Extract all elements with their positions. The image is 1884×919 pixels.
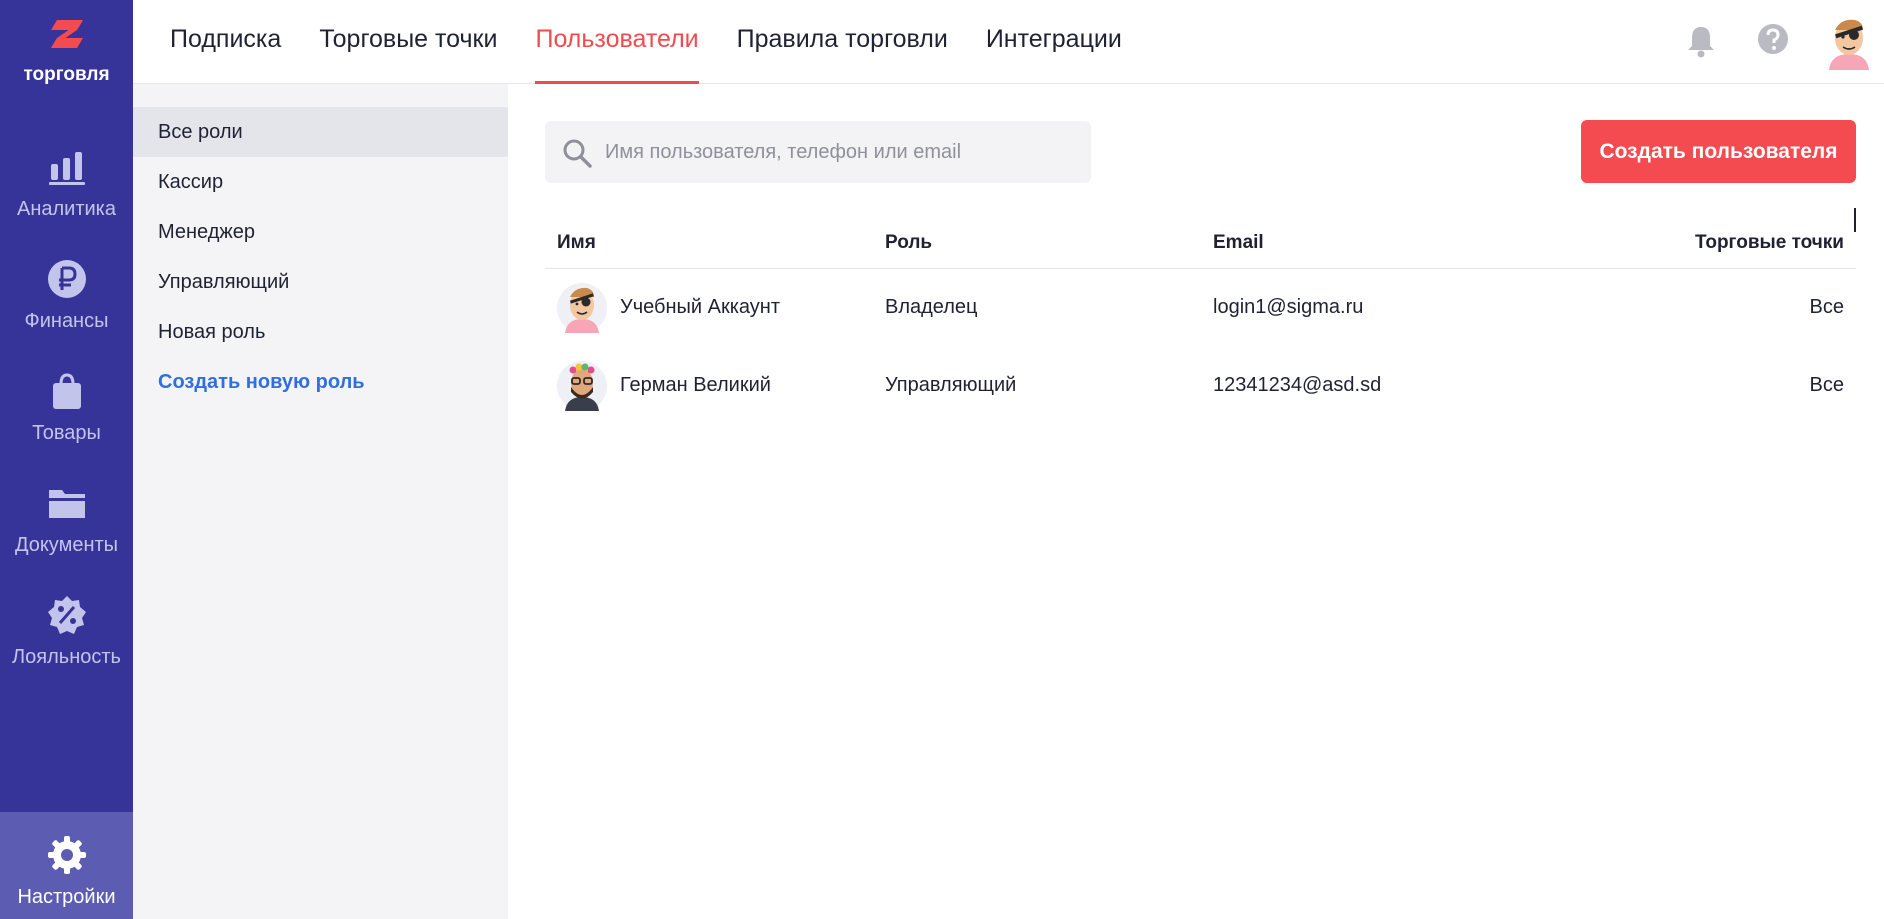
role-cashier[interactable]: Кассир xyxy=(133,157,508,207)
search-icon xyxy=(563,139,592,168)
header-role[interactable]: Роль xyxy=(885,232,932,254)
rail-item-label: Документы xyxy=(14,534,119,556)
folder-icon xyxy=(48,490,85,518)
bar-chart-icon xyxy=(48,152,85,185)
users-panel: Создать пользователя Имя Роль Email Торг… xyxy=(508,84,1884,919)
role-director[interactable]: Управляющий xyxy=(133,257,508,307)
user-avatar[interactable] xyxy=(1821,14,1877,70)
user-name: Герман Великий xyxy=(620,374,771,396)
rail-item-label: Товары xyxy=(32,422,101,444)
user-name: Учебный Аккаунт xyxy=(620,296,781,318)
brand-name: торговля xyxy=(23,64,110,85)
create-role-link[interactable]: Создать новую роль xyxy=(133,357,508,407)
rail-item-label: Аналитика xyxy=(17,198,116,220)
rail-item-label: Лояльность xyxy=(12,646,121,668)
table-row[interactable]: Учебный Аккаунт Владелец login1@sigma.ru… xyxy=(545,269,1856,347)
gear-icon xyxy=(47,836,86,874)
rail-item-label: Финансы xyxy=(24,310,109,332)
tab-integrations[interactable]: Интеграции xyxy=(986,0,1122,84)
rail-item-settings[interactable]: Настройки xyxy=(0,812,133,919)
bell-icon[interactable] xyxy=(1686,24,1716,58)
table-header: Имя Роль Email Торговые точки xyxy=(545,214,1856,269)
user-role: Владелец xyxy=(885,296,978,318)
shopping-bag-icon xyxy=(52,373,81,409)
role-all[interactable]: Все роли xyxy=(133,107,508,157)
role-manager[interactable]: Менеджер xyxy=(133,207,508,257)
discount-badge-icon xyxy=(47,596,86,634)
tab-stores[interactable]: Торговые точки xyxy=(319,0,497,84)
header-stores[interactable]: Торговые точки xyxy=(1695,232,1844,254)
tab-subscription[interactable]: Подписка xyxy=(170,0,281,84)
app-window: торговля Аналитика Финансы Товары Докуме… xyxy=(0,0,1884,919)
user-avatar xyxy=(557,283,607,333)
top-navigation: Подписка Торговые точки Пользователи Пра… xyxy=(133,0,1884,84)
rail-item-documents[interactable]: Документы xyxy=(0,482,133,582)
main-sidebar: торговля Аналитика Финансы Товары Докуме… xyxy=(0,0,133,919)
rail-item-label: Настройки xyxy=(17,886,116,908)
tab-trade-rules[interactable]: Правила торговли xyxy=(737,0,948,84)
rail-item-loyalty[interactable]: Лояльность xyxy=(0,594,133,694)
brand-logo[interactable]: торговля xyxy=(0,16,133,86)
rail-item-finance[interactable]: Финансы xyxy=(0,258,133,358)
users-table: Имя Роль Email Торговые точки Учебный Ак… xyxy=(545,214,1856,425)
help-icon[interactable] xyxy=(1757,23,1789,55)
rail-item-goods[interactable]: Товары xyxy=(0,370,133,470)
table-row[interactable]: Герман Великий Управляющий 12341234@asd.… xyxy=(545,347,1856,425)
user-email: login1@sigma.ru xyxy=(1213,296,1364,318)
header-name[interactable]: Имя xyxy=(557,232,596,254)
user-stores: Все xyxy=(1809,296,1844,318)
logo-icon xyxy=(50,20,83,48)
settings-tabs: Подписка Торговые точки Пользователи Пра… xyxy=(170,0,1160,84)
roles-sidebar: Все роли Кассир Менеджер Управляющий Нов… xyxy=(133,84,508,919)
rail-item-analytics[interactable]: Аналитика xyxy=(0,146,133,246)
user-email: 12341234@asd.sd xyxy=(1213,374,1382,396)
user-stores: Все xyxy=(1809,374,1844,396)
search-input[interactable] xyxy=(605,121,1075,183)
tab-users[interactable]: Пользователи xyxy=(535,0,699,84)
create-user-button[interactable]: Создать пользователя xyxy=(1581,120,1856,183)
ruble-icon xyxy=(47,260,86,298)
user-role: Управляющий xyxy=(885,374,1017,396)
role-new[interactable]: Новая роль xyxy=(133,307,508,357)
search-box xyxy=(545,121,1091,183)
user-avatar xyxy=(557,361,607,411)
header-email[interactable]: Email xyxy=(1213,232,1264,254)
